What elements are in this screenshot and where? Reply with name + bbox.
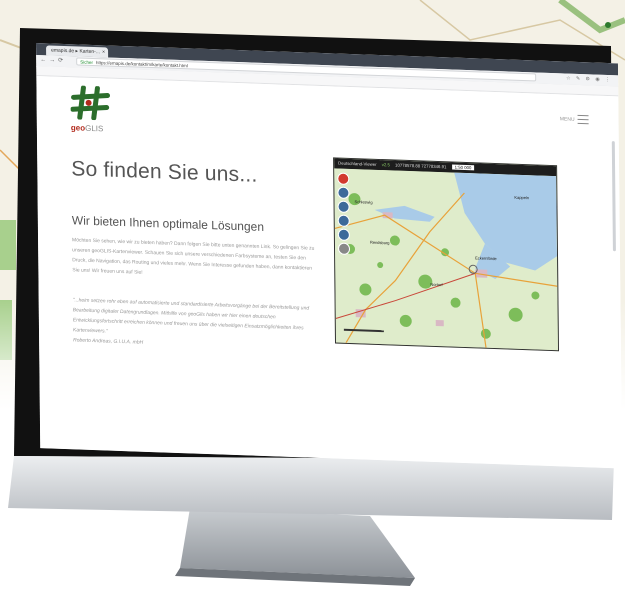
browser-window: emapis.de ▸ Karten-... × ← → ⟳ Sicher http… xyxy=(36,43,623,469)
quote-author: Roberto Andreas, G.I.U.A. mbH xyxy=(73,337,144,346)
map-place-label: Eckernförde xyxy=(475,255,497,262)
map-version: v2.5 xyxy=(381,162,390,168)
menu-label[interactable]: MENU xyxy=(560,116,575,123)
page-title: So finden Sie uns... xyxy=(71,157,258,187)
monitor: emapis.de ▸ Karten-... × ← → ⟳ Sicher http… xyxy=(6,8,623,528)
map-search-icon[interactable] xyxy=(337,200,350,213)
map-title: Deutschland-Viewer xyxy=(338,160,377,167)
map-scale[interactable]: 1:50 000 xyxy=(451,164,475,171)
back-icon[interactable]: ← xyxy=(40,56,46,65)
url-text: https://emapis.de/kontakt/m/karte/kontak… xyxy=(95,60,188,69)
map-coordinates: 10778578.88 72778346.91 xyxy=(395,162,447,170)
testimonial-quote: "...heim setzen rohr eben auf automatisi… xyxy=(73,295,319,354)
web-page: geoGLIS MENU So finden Sie uns... Wir bi… xyxy=(36,76,623,469)
quote-text: "...heim setzen rohr eben auf automatisi… xyxy=(72,297,310,335)
map-viewer[interactable]: Deutschland-Viewer v2.5 10778578.88 7277… xyxy=(333,157,560,352)
reload-icon[interactable]: ⟳ xyxy=(58,57,63,66)
logo-text: geoGLIS xyxy=(70,123,104,134)
hamburger-icon[interactable] xyxy=(577,114,589,127)
intro-paragraph: Möchten Sie sehen, wie wir zu bieten hab… xyxy=(72,237,315,276)
map-place-label: Kappeln xyxy=(514,194,530,201)
geoglis-logo xyxy=(70,85,111,121)
map-route-icon[interactable] xyxy=(337,228,350,241)
forward-icon[interactable]: → xyxy=(49,56,55,65)
page-subtitle: Wir bieten Ihnen optimale Lösungen xyxy=(71,213,265,234)
secure-label: Sicher xyxy=(80,59,93,65)
map-layers-icon[interactable] xyxy=(337,186,350,199)
map-place-label: Nortorf xyxy=(430,281,443,288)
map-place-label: Schleswig xyxy=(354,199,373,205)
close-tab-icon[interactable]: × xyxy=(102,47,105,57)
tab-title: emapis.de ▸ Karten-... xyxy=(51,47,101,56)
extension-icons[interactable]: ☆ ✎ ⚙ ◉ ⋮ xyxy=(566,76,612,84)
map-print-icon[interactable] xyxy=(337,214,350,227)
map-place-label: Rendsburg xyxy=(369,239,390,246)
page-scrollbar[interactable] xyxy=(611,141,616,252)
map-settings-icon[interactable] xyxy=(337,242,351,255)
map-home-icon[interactable] xyxy=(337,172,350,185)
